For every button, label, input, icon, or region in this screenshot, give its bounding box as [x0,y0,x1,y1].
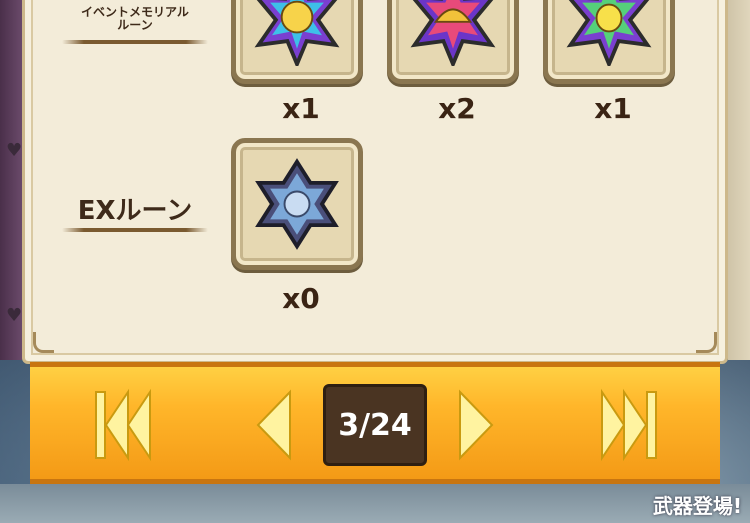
background-banner-text: 武器登場! [652,494,742,518]
last-page-button[interactable] [596,388,660,462]
panel-corner-ornament [33,332,54,353]
rune-count: x1 [282,92,320,125]
right-side-panel [728,0,750,360]
next-page-button[interactable] [454,388,498,462]
first-page-button[interactable] [92,388,156,462]
background-bottom-strip [0,484,750,523]
label-underline [62,40,208,44]
rune-count: x2 [438,92,476,125]
prev-page-icon [256,389,291,461]
first-page-icon [95,388,151,462]
rune-slot[interactable] [543,0,675,84]
page-indicator: 3/24 [323,384,427,466]
rune-slot[interactable] [231,138,363,270]
cheese-star-rune-icon [254,0,340,66]
event-memorial-rune-label: イベントメモリアル ルーン [81,5,189,32]
rune-slot[interactable] [231,0,363,84]
label-underline [62,228,208,232]
prev-page-button[interactable] [252,388,296,462]
panel-corner-ornament [696,332,717,353]
rune-count: x1 [594,92,632,125]
rune-slot[interactable] [387,0,519,84]
bird-star-rune-icon [566,0,652,66]
next-page-icon [459,389,494,461]
rune-count: x0 [282,282,320,315]
ex-rune-label: EXルーン [77,196,193,226]
ex-star-rune-icon [255,158,339,250]
helmet-star-rune-icon [410,0,496,66]
last-page-icon [601,388,657,462]
